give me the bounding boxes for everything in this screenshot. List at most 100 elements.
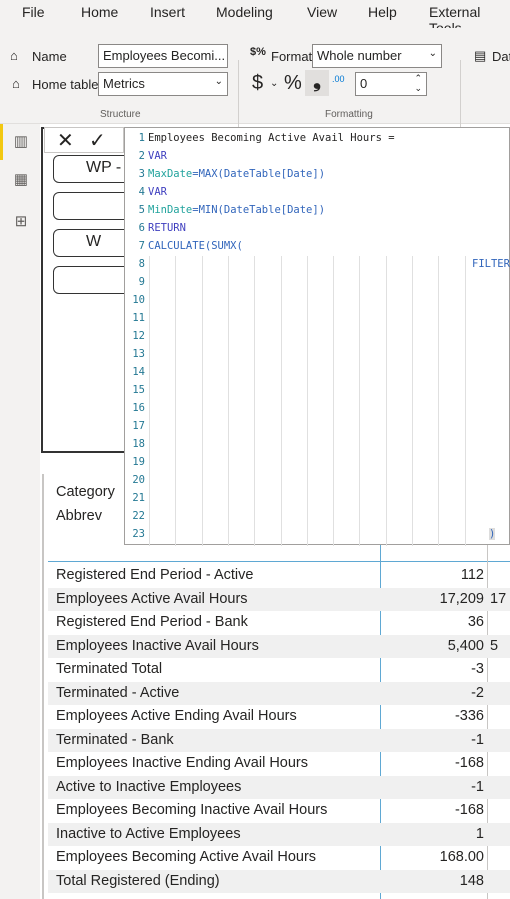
- active-indicator: [0, 124, 3, 160]
- cell-value: 112: [460, 567, 484, 583]
- row-label: Employees Becoming Active Avail Hours: [56, 849, 317, 865]
- cancel-icon[interactable]: ✕: [57, 128, 74, 153]
- data-category-label: Dat: [492, 49, 510, 64]
- cell-value: -168: [454, 802, 484, 818]
- table-row: Employees Inactive Avail Hours 5,400 5: [48, 634, 510, 658]
- chevron-down-icon[interactable]: ⌄: [270, 78, 278, 89]
- code-line: Employees Becoming Active Avail Hours =: [148, 132, 395, 144]
- data-category-icon: ▤: [474, 48, 487, 63]
- left-nav: ▥ ▦ ⊞: [0, 124, 40, 899]
- table-row: Terminated - Active -2: [48, 681, 510, 705]
- indent-guide: [254, 256, 256, 546]
- table-row: Terminated - Bank -1: [48, 728, 510, 752]
- row-label: Terminated - Bank: [56, 731, 174, 748]
- cell-value: 1: [475, 825, 484, 842]
- row-label: Inactive to Active Employees: [56, 825, 241, 842]
- tab-help[interactable]: Help: [368, 4, 397, 20]
- formula-editor[interactable]: 1 Employees Becoming Active Avail Hours =…: [124, 127, 510, 546]
- code-line: VAR: [148, 150, 167, 162]
- line-number: 5: [138, 204, 145, 216]
- code-keyword: VAR: [148, 186, 167, 198]
- decimal-places-stepper[interactable]: 0 ⌃ ⌄: [355, 72, 427, 96]
- tab-file[interactable]: File: [22, 4, 45, 20]
- indent-guide: [412, 256, 413, 546]
- data-view-icon[interactable]: ▦: [12, 170, 30, 188]
- code-function: FILTER: [472, 258, 510, 270]
- home-table-dropdown[interactable]: Metrics ⌄: [98, 72, 228, 96]
- visual-border: [42, 474, 44, 899]
- slicer-button[interactable]: [53, 266, 133, 294]
- decimal-places-value: 0: [360, 76, 368, 91]
- code-variable: MaxDate: [148, 168, 193, 180]
- line-number: 15: [132, 384, 145, 396]
- row-label: Employees Active Ending Avail Hours: [56, 708, 297, 724]
- cell-value: 17: [490, 590, 507, 607]
- tab-insert[interactable]: Insert: [150, 4, 185, 20]
- tag-icon: ⌂: [10, 48, 18, 63]
- table-row: Employees Becoming Inactive Avail Hours -…: [48, 799, 510, 823]
- cell-value: 17,209: [439, 590, 484, 607]
- row-label: Employees Inactive Ending Avail Hours: [56, 755, 309, 771]
- line-number: 18: [132, 438, 145, 450]
- line-number: 20: [132, 474, 145, 486]
- slicer-button[interactable]: W: [53, 229, 133, 257]
- home-table-value: Metrics: [103, 76, 145, 91]
- category-header: Category: [56, 484, 115, 500]
- name-input[interactable]: Employees Becomi...: [98, 44, 228, 68]
- code-line: CALCULATE(SUMX(: [148, 240, 243, 252]
- tab-home[interactable]: Home: [81, 4, 118, 20]
- cell-value: -336: [454, 708, 484, 724]
- line-number: 6: [138, 222, 145, 234]
- cell-value: 5: [490, 637, 499, 654]
- slicer-button[interactable]: WP -: [53, 155, 133, 183]
- table-row: Registered End Period - Bank 36: [48, 611, 510, 635]
- code-line: RETURN: [148, 222, 186, 234]
- comma-button[interactable]: ❟: [305, 70, 329, 96]
- row-label: Registered End Period - Bank: [56, 614, 248, 630]
- tab-view[interactable]: View: [307, 4, 337, 20]
- code-line: MinDate=MIN(DateTable[Date]): [148, 204, 325, 216]
- ribbon-tabs: FileHomeInsertModelingViewHelpExternal T…: [0, 0, 510, 36]
- code-text: =MIN(DateTable[Date]): [192, 204, 326, 216]
- ribbon: ⌂ Name Employees Becomi... ⌂ Home table …: [0, 28, 510, 148]
- cell-value: 5,400: [447, 637, 484, 654]
- line-number: 22: [132, 510, 145, 522]
- line-number: 14: [132, 366, 145, 378]
- indent-guide: [201, 256, 203, 546]
- code-keyword: RETURN: [148, 222, 186, 234]
- line-number: 11: [132, 312, 145, 324]
- row-label: Active to Inactive Employees: [56, 778, 242, 795]
- cell-value: 148: [459, 872, 484, 889]
- name-label: Name: [32, 49, 67, 64]
- indent-guide: [227, 256, 229, 546]
- stepper-arrows-icon[interactable]: ⌃ ⌄: [414, 73, 422, 93]
- table-row: Employees Becoming Active Avail Hours 168…: [48, 846, 510, 870]
- commit-icon[interactable]: ✓: [89, 128, 106, 153]
- row-label: Terminated - Active: [56, 684, 180, 701]
- table-row: Employees Active Avail Hours 17,209 17: [48, 587, 510, 611]
- report-view-icon[interactable]: ▥: [12, 132, 30, 150]
- code-function: CALCULATE(SUMX(: [148, 240, 243, 252]
- format-dropdown[interactable]: Whole number ⌄: [312, 44, 442, 68]
- abbrev-header: Abbrev: [56, 508, 102, 524]
- slicer-button[interactable]: [53, 192, 133, 220]
- line-number: 3: [138, 168, 145, 180]
- line-number: 10: [132, 294, 145, 306]
- model-view-icon[interactable]: ⊞: [12, 212, 30, 230]
- line-number: 7: [138, 240, 145, 252]
- decimal-button[interactable]: .00: [332, 74, 345, 84]
- currency-button[interactable]: $: [252, 72, 263, 95]
- indent-guide: [306, 256, 308, 546]
- line-number: 9: [138, 276, 145, 288]
- line-number: 4: [138, 186, 145, 198]
- percent-button[interactable]: %: [284, 72, 302, 95]
- code-variable: MinDate: [148, 204, 193, 216]
- line-number: 8: [138, 258, 145, 270]
- tab-modeling[interactable]: Modeling: [216, 4, 273, 20]
- formula-actions: ✕ ✓: [44, 127, 124, 153]
- table-row: Employees Inactive Ending Avail Hours -16…: [48, 752, 510, 776]
- cell-value: -168: [454, 755, 484, 771]
- format-icon: $%: [250, 46, 266, 58]
- chevron-down-icon: ⌄: [428, 48, 437, 59]
- row-label: Terminated Total: [56, 661, 163, 677]
